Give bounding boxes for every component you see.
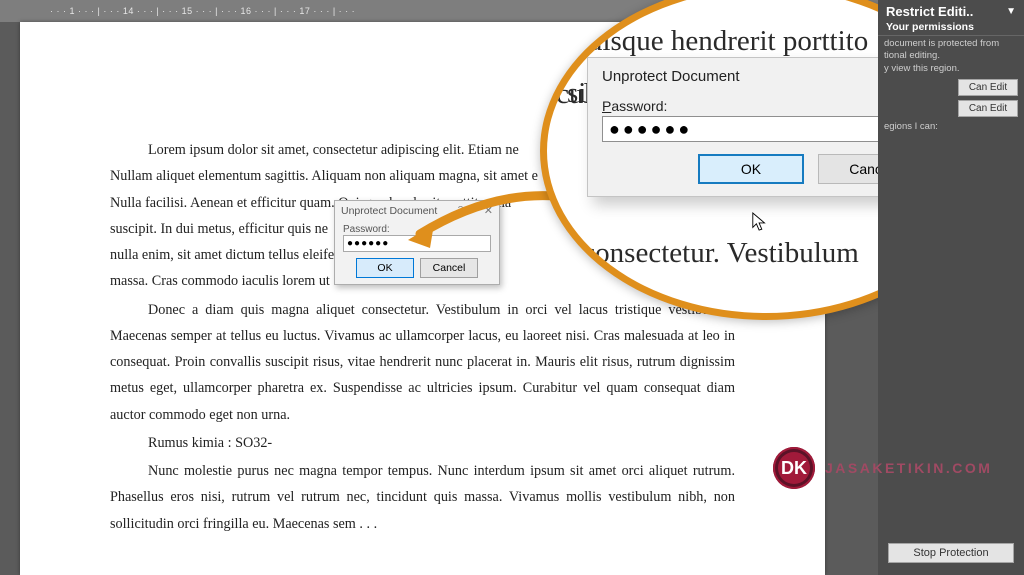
- dialog-title: Unprotect Document: [602, 68, 878, 85]
- chevron-down-icon[interactable]: ▼: [1006, 6, 1016, 17]
- permissions-text: document is protected from tional editin…: [878, 38, 1024, 133]
- ok-button[interactable]: OK: [698, 154, 804, 184]
- password-input[interactable]: [343, 235, 491, 252]
- pane-title: Restrict Editi.. ▼: [878, 0, 1024, 21]
- permissions-heading: Your permissions: [878, 21, 1024, 36]
- paragraph: Rumus kimia : SO32-: [110, 430, 735, 456]
- paragraph: Nunc molestie purus nec magna tempor tem…: [110, 458, 735, 537]
- watermark-badge: DK JASAKETIKIN.COM: [773, 447, 992, 489]
- unprotect-dialog-small: Unprotect Document ? ✕ Password: OK Canc…: [334, 200, 500, 285]
- ok-button[interactable]: OK: [356, 258, 414, 278]
- watermark-text: JASAKETIKIN.COM: [825, 460, 992, 476]
- help-icon[interactable]: ?: [458, 205, 464, 216]
- can-edit-button[interactable]: Can Edit: [958, 100, 1018, 117]
- cancel-button[interactable]: Cancel: [420, 258, 478, 278]
- close-icon[interactable]: ✕: [484, 204, 493, 217]
- password-input[interactable]: [602, 116, 924, 142]
- stop-protection-button[interactable]: Stop Protection: [888, 543, 1014, 563]
- dialog-title: Unprotect Document: [341, 205, 437, 217]
- logo-icon: DK: [773, 447, 815, 489]
- paragraph: Donec a diam quis magna aliquet consecte…: [110, 297, 735, 428]
- can-edit-button[interactable]: Can Edit: [958, 79, 1018, 96]
- password-label: Password:: [343, 224, 491, 235]
- password-label: Password:: [602, 98, 924, 114]
